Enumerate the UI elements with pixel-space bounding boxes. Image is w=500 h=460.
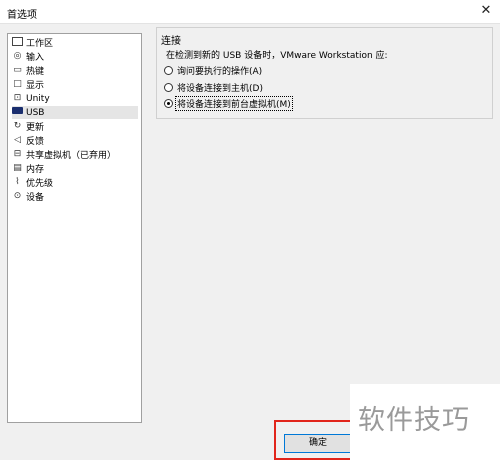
- workspace-icon: [12, 37, 23, 48]
- usb-icon: [12, 107, 23, 118]
- sidebar-item-label: 反馈: [26, 137, 45, 147]
- device-icon: ⊙: [13, 191, 22, 201]
- radio-label: 将设备连接到主机(D): [177, 84, 263, 94]
- priority-icon: ⌇: [15, 177, 20, 187]
- radio-connect-host[interactable]: 将设备连接到主机(D): [164, 81, 264, 94]
- sidebar-item-updates[interactable]: ↻ 更新: [12, 120, 138, 133]
- sidebar-item-unity[interactable]: ⊡ Unity: [12, 92, 138, 105]
- radio-button-checked[interactable]: [164, 99, 173, 108]
- radio-connect-foreground-vm[interactable]: 将设备连接到前台虚拟机(M): [164, 96, 293, 111]
- sidebar-item-devices[interactable]: ⊙ 设备: [12, 190, 138, 203]
- sidebar-item-hotkeys[interactable]: ▭ 热键: [12, 64, 138, 77]
- sidebar-item-label: Unity: [26, 93, 50, 104]
- window-title: 首选项: [7, 10, 37, 21]
- unity-icon: ⊡: [13, 93, 22, 103]
- sidebar-item-shared-vms[interactable]: ⊟ 共享虚拟机（已弃用）: [12, 148, 138, 161]
- monitor-icon: □: [13, 79, 22, 89]
- refresh-icon: ↻: [13, 121, 22, 131]
- sidebar-item-label: 设备: [26, 193, 45, 203]
- sidebar-item-memory[interactable]: ▤ 内存: [12, 162, 138, 175]
- mouse-icon: ◎: [13, 51, 22, 61]
- radio-button-unchecked[interactable]: [164, 83, 173, 92]
- title-bar: 首选项 ✕: [0, 0, 500, 24]
- sidebar-item-usb[interactable]: USB: [12, 106, 138, 119]
- memory-icon: ▤: [13, 163, 22, 173]
- sidebar-item-priority[interactable]: ⌇ 优先级: [12, 176, 138, 189]
- keyboard-icon: ▭: [13, 65, 22, 75]
- section-title: 连接: [161, 36, 181, 47]
- preferences-nav: 工作区 ◎ 输入 ▭ 热键 □ 显示 ⊡ Unity USB ↻ 更新 ◁ 反馈…: [7, 33, 142, 423]
- radio-button-unchecked[interactable]: [164, 66, 173, 75]
- sidebar-item-input[interactable]: ◎ 输入: [12, 50, 138, 63]
- sidebar-item-label: 共享虚拟机（已弃用）: [26, 151, 117, 161]
- watermark-text: 软件技巧: [358, 405, 470, 436]
- sidebar-item-label: 内存: [26, 165, 45, 175]
- shared-vm-icon: ⊟: [13, 149, 22, 159]
- sidebar-item-workspace[interactable]: 工作区: [12, 36, 138, 49]
- sidebar-item-label: 输入: [26, 53, 45, 63]
- radio-label: 询问要执行的操作(A): [177, 67, 263, 77]
- sidebar-item-label: 更新: [26, 123, 45, 133]
- sidebar-item-display[interactable]: □ 显示: [12, 78, 138, 91]
- sidebar-item-label: 热键: [26, 67, 45, 77]
- sidebar-item-label: 优先级: [26, 179, 54, 189]
- ok-button[interactable]: 确定: [284, 434, 352, 453]
- sidebar-item-feedback[interactable]: ◁ 反馈: [12, 134, 138, 147]
- megaphone-icon: ◁: [14, 135, 21, 145]
- close-icon[interactable]: ✕: [476, 0, 496, 22]
- sidebar-item-label: 显示: [26, 81, 45, 91]
- radio-ask-action[interactable]: 询问要执行的操作(A): [164, 64, 263, 77]
- radio-label: 将设备连接到前台虚拟机(M): [175, 96, 293, 111]
- sidebar-item-label: 工作区: [26, 39, 54, 49]
- usb-question-text: 在检测到新的 USB 设备时，VMware Workstation 应:: [166, 51, 388, 61]
- sidebar-item-label: USB: [26, 107, 45, 118]
